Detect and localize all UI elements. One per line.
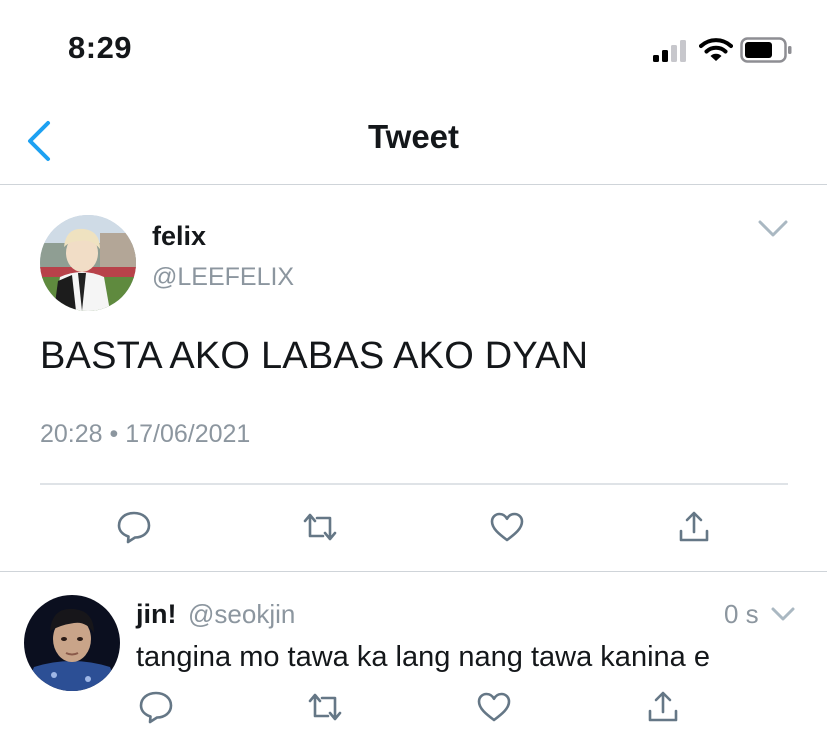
page-title: Tweet	[367, 118, 460, 155]
status-time: 8:29	[68, 30, 133, 65]
like-icon[interactable]	[489, 509, 525, 545]
divider	[40, 483, 788, 485]
nav-bar: Tweet	[0, 100, 827, 185]
reply-icon[interactable]	[116, 509, 152, 545]
status-bar: 8:29	[0, 0, 827, 100]
share-icon[interactable]	[645, 689, 681, 725]
battery-icon	[740, 37, 792, 63]
avatar[interactable]	[40, 215, 136, 311]
avatar[interactable]	[24, 595, 120, 691]
tweet-text: BASTA AKO LABAS AKO DYAN	[40, 335, 589, 377]
share-icon[interactable]	[676, 509, 712, 545]
reply-time: 0 s	[724, 599, 759, 629]
reply-icon[interactable]	[138, 689, 174, 725]
author-handle[interactable]: @LEEFELIX	[152, 263, 294, 292]
chevron-down-icon[interactable]	[757, 219, 789, 239]
like-icon[interactable]	[476, 689, 512, 725]
author-name[interactable]: felix	[152, 221, 206, 252]
reply-text: tangina mo tawa ka lang nang tawa kanina…	[136, 641, 710, 673]
main-tweet: felix @LEEFELIX BASTA AKO LABAS AKO DYAN…	[0, 185, 827, 572]
reply-author-handle[interactable]: @seokjin	[188, 599, 295, 630]
reply-tweet[interactable]: jin! @seokjin 0 s tangina mo tawa ka lan…	[0, 573, 827, 734]
cellular-signal-icon	[653, 40, 686, 62]
wifi-icon	[699, 38, 733, 61]
retweet-icon[interactable]	[307, 689, 343, 725]
retweet-icon[interactable]	[302, 509, 338, 545]
tweet-timestamp: 20:28 • 17/06/2021	[40, 420, 251, 448]
reply-author-name[interactable]: jin!	[136, 599, 177, 630]
chevron-down-icon[interactable]	[770, 606, 796, 622]
